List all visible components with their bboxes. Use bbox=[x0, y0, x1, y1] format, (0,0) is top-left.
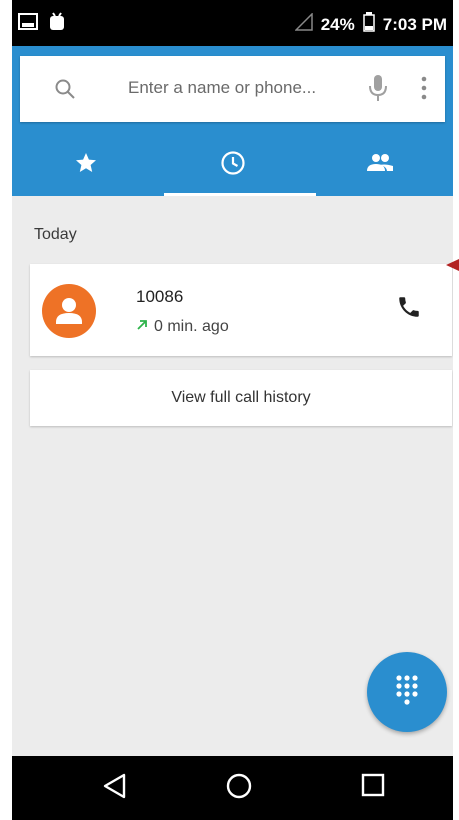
status-right-info: 24% 7:03 PM bbox=[293, 12, 447, 37]
more-options-icon[interactable] bbox=[421, 76, 427, 105]
view-full-call-history-button[interactable]: View full call history bbox=[30, 370, 452, 426]
call-meta: 0 min. ago bbox=[136, 318, 229, 336]
screenshot-icon bbox=[18, 12, 38, 37]
home-icon[interactable] bbox=[225, 772, 253, 805]
search-input[interactable]: Enter a name or phone... bbox=[128, 78, 316, 98]
view-full-call-history-label: View full call history bbox=[171, 389, 311, 406]
battery-icon bbox=[363, 12, 375, 37]
tab-recents[interactable] bbox=[159, 134, 306, 196]
outgoing-call-icon bbox=[136, 318, 148, 336]
caller-number: 10086 bbox=[136, 287, 184, 306]
star-icon bbox=[74, 151, 98, 180]
status-bar: 24% 7:03 PM bbox=[12, 0, 453, 46]
avatar[interactable] bbox=[42, 284, 96, 338]
phone-call-icon[interactable] bbox=[396, 294, 422, 325]
tab-speed-dial[interactable] bbox=[12, 134, 159, 196]
person-icon bbox=[56, 298, 82, 324]
people-icon bbox=[366, 153, 394, 178]
pointer-marker-icon bbox=[446, 258, 459, 277]
recent-apps-icon[interactable] bbox=[360, 772, 386, 803]
dialpad-button[interactable] bbox=[367, 652, 447, 732]
navigation-bar bbox=[12, 756, 453, 820]
android-icon bbox=[48, 12, 66, 37]
search-icon[interactable] bbox=[54, 78, 76, 105]
tab-indicator bbox=[164, 193, 316, 196]
clock-icon bbox=[220, 150, 246, 181]
section-today-label: Today bbox=[34, 226, 77, 243]
tab-bar bbox=[12, 134, 453, 196]
dialpad-icon bbox=[395, 674, 419, 713]
call-time: 0 min. ago bbox=[154, 318, 229, 335]
status-left-icons bbox=[18, 12, 66, 37]
signal-icon bbox=[293, 12, 313, 36]
clock-time: 7:03 PM bbox=[382, 14, 447, 34]
back-icon[interactable] bbox=[102, 772, 128, 805]
dialer-screen: 24% 7:03 PM Enter a name or phone... Tod… bbox=[12, 0, 453, 820]
search-box[interactable]: Enter a name or phone... bbox=[20, 56, 445, 122]
call-log-item[interactable]: 10086 0 min. ago bbox=[30, 264, 452, 356]
microphone-icon[interactable] bbox=[368, 74, 388, 107]
battery-percent: 24% bbox=[320, 14, 355, 34]
dialer-header: Enter a name or phone... bbox=[12, 46, 453, 196]
tab-contacts[interactable] bbox=[306, 134, 453, 196]
